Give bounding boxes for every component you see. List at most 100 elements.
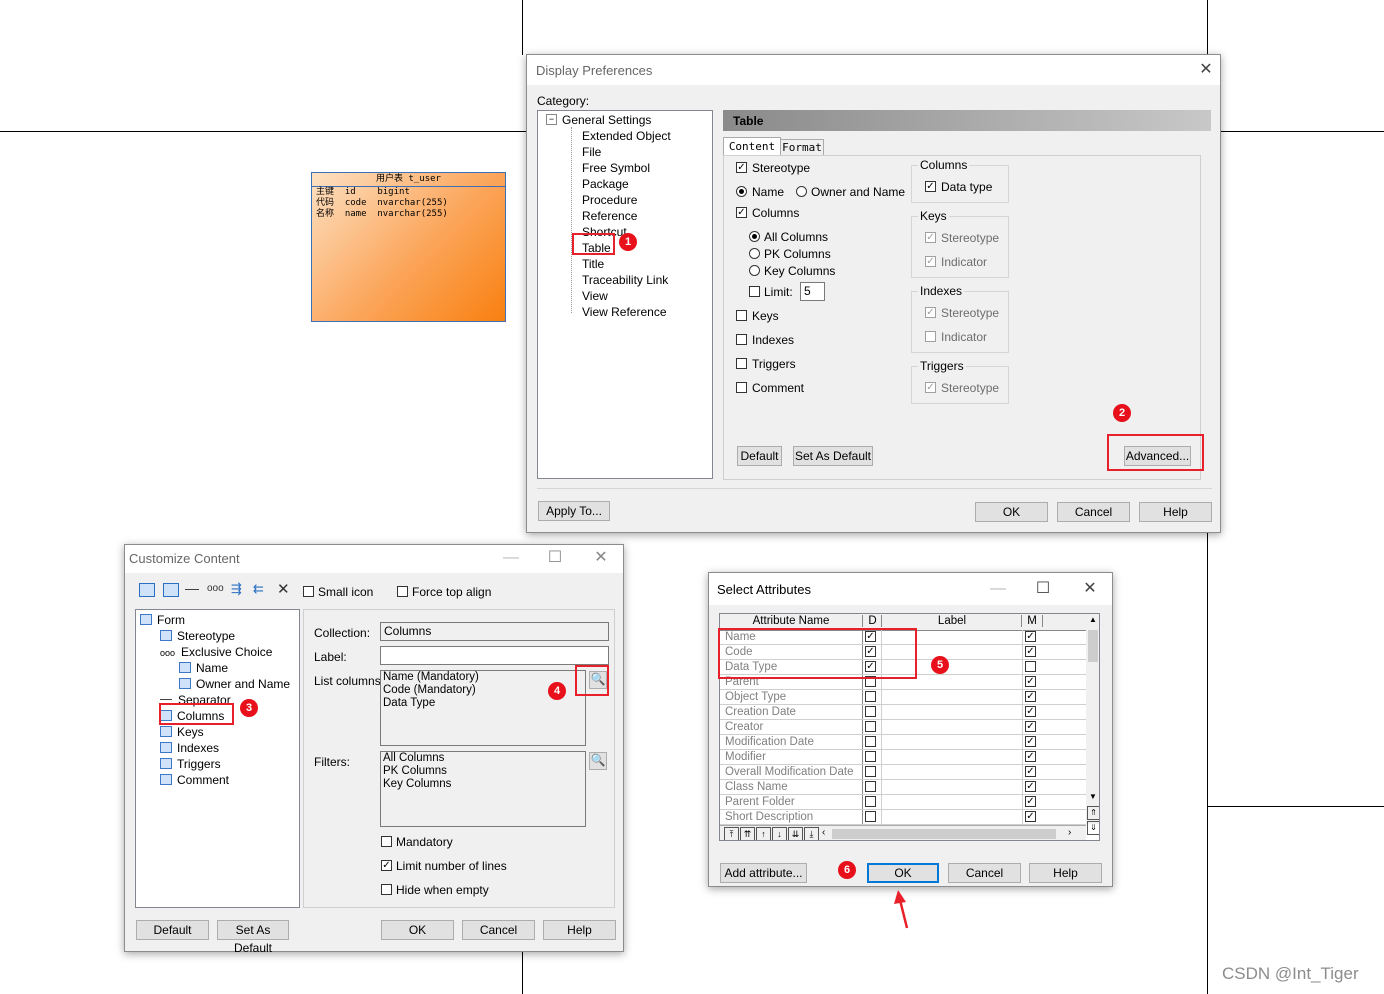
delete-icon[interactable]: ✕ <box>277 580 290 598</box>
default-button[interactable]: Default <box>136 920 209 940</box>
tree-collapse-icon[interactable]: − <box>546 114 557 125</box>
tree-item-keys[interactable]: Keys <box>160 725 204 739</box>
cancel-button[interactable]: Cancel <box>948 863 1021 883</box>
tab-content[interactable]: Content <box>723 137 781 156</box>
table-row[interactable]: Creator ✓ <box>720 720 1086 735</box>
triggers-stereotype-checkbox[interactable]: ✓ <box>925 382 936 393</box>
tree-item-extended-object[interactable]: Extended Object <box>582 129 671 143</box>
tree-item-indexes[interactable]: Indexes <box>160 741 219 755</box>
tree-item-free-symbol[interactable]: Free Symbol <box>582 161 650 175</box>
label-cell[interactable] <box>881 810 1023 824</box>
label-cell[interactable] <box>881 750 1023 764</box>
indexes-checkbox[interactable] <box>736 334 747 345</box>
apply-to-button[interactable]: Apply To... <box>538 501 610 521</box>
display-checkbox[interactable] <box>865 751 876 762</box>
table-row[interactable]: Short Description ✓ <box>720 810 1086 825</box>
display-checkbox[interactable] <box>865 796 876 807</box>
close-icon[interactable]: ✕ <box>1080 579 1100 599</box>
label-cell[interactable] <box>881 765 1023 779</box>
set-as-default-button[interactable]: Set As Default <box>793 446 873 466</box>
move-left-icon[interactable]: ⇇ <box>253 581 264 597</box>
add-attribute-button[interactable]: Add attribute... <box>720 863 807 883</box>
display-checkbox[interactable] <box>865 721 876 732</box>
mandatory-checkbox[interactable]: ✓ <box>1025 631 1036 642</box>
mandatory-checkbox[interactable]: ✓ <box>1025 721 1036 732</box>
exclusive-choice-icon[interactable]: ooo <box>207 583 224 594</box>
tree-item-owner-name[interactable]: Owner and Name <box>179 677 290 691</box>
move-page-down-icon[interactable]: ⇊ <box>788 827 803 840</box>
move-up-icon[interactable]: ↑ <box>756 827 771 840</box>
tree-item-general-settings[interactable]: General Settings <box>562 113 651 127</box>
mandatory-checkbox[interactable]: ✓ <box>1025 736 1036 747</box>
tree-item-name[interactable]: Name <box>179 661 228 675</box>
content-tree[interactable]: Form Stereotype ooo Exclusive Choice Name… <box>135 609 300 908</box>
keys-indicator-checkbox[interactable]: ✓ <box>925 256 936 267</box>
table-row[interactable]: Modifier ✓ <box>720 750 1086 765</box>
mandatory-checkbox[interactable]: ✓ <box>1025 811 1036 822</box>
display-checkbox[interactable] <box>865 706 876 717</box>
pk-columns-radio[interactable] <box>749 248 760 259</box>
display-checkbox[interactable] <box>865 736 876 747</box>
mandatory-checkbox[interactable]: ✓ <box>1025 751 1036 762</box>
label-input[interactable] <box>380 646 609 665</box>
hide-empty-checkbox[interactable] <box>381 884 392 895</box>
label-cell[interactable] <box>881 735 1023 749</box>
label-cell[interactable] <box>881 795 1023 809</box>
display-checkbox[interactable] <box>865 781 876 792</box>
tree-item-traceability-link[interactable]: Traceability Link <box>582 273 668 287</box>
help-button[interactable]: Help <box>1029 863 1102 883</box>
table-row[interactable]: Parent Folder ✓ <box>720 795 1086 810</box>
scroll-up-icon[interactable]: ▲ <box>1089 615 1097 624</box>
label-cell[interactable] <box>881 705 1023 719</box>
indexes-indicator-checkbox[interactable] <box>925 331 936 342</box>
mandatory-checkbox[interactable] <box>381 836 392 847</box>
display-checkbox[interactable] <box>865 691 876 702</box>
limit-checkbox[interactable] <box>749 286 760 297</box>
mandatory-checkbox[interactable]: ✓ <box>1025 646 1036 657</box>
close-icon[interactable]: ✕ <box>591 548 611 568</box>
add-item-icon[interactable] <box>139 583 155 597</box>
category-tree[interactable]: − General Settings Extended Object File … <box>537 110 713 479</box>
col-header-name[interactable]: Attribute Name <box>720 615 862 627</box>
ok-button[interactable]: OK <box>381 920 454 940</box>
table-symbol[interactable]: 用户表 t_user 主键 id bigint 代码 code nvarchar… <box>311 172 506 322</box>
ok-button[interactable]: OK <box>975 502 1048 522</box>
help-button[interactable]: Help <box>543 920 616 940</box>
mandatory-checkbox[interactable]: ✓ <box>1025 796 1036 807</box>
tree-item-stereotype[interactable]: Stereotype <box>160 629 235 643</box>
cancel-button[interactable]: Cancel <box>462 920 535 940</box>
scroll-down-icon[interactable]: ▼ <box>1089 792 1097 801</box>
comment-checkbox[interactable] <box>736 382 747 393</box>
table-row[interactable]: Class Name ✓ <box>720 780 1086 795</box>
col-header-m[interactable]: M <box>1021 615 1043 627</box>
horizontal-scroll-thumb[interactable] <box>832 829 1056 839</box>
maximize-icon[interactable]: ☐ <box>545 548 565 568</box>
mandatory-checkbox[interactable]: ✓ <box>1025 706 1036 717</box>
help-button[interactable]: Help <box>1139 502 1212 522</box>
move-page-up-icon[interactable]: ⇈ <box>740 827 755 840</box>
filters-box[interactable]: All Columns PK Columns Key Columns <box>380 751 586 827</box>
move-bottom-icon[interactable]: ⤓ <box>804 827 819 840</box>
triggers-checkbox[interactable] <box>736 358 747 369</box>
indexes-stereotype-checkbox[interactable]: ✓ <box>925 307 936 318</box>
mandatory-checkbox[interactable]: ✓ <box>1025 691 1036 702</box>
collection-field[interactable]: Columns <box>380 622 609 641</box>
tree-item-package[interactable]: Package <box>582 177 629 191</box>
table-row[interactable]: Overall Modification Date ✓ <box>720 765 1086 780</box>
tree-item-comment[interactable]: Comment <box>160 773 229 787</box>
scroll-thumb[interactable] <box>1088 630 1098 662</box>
limit-lines-checkbox[interactable]: ✓ <box>381 860 392 871</box>
keys-checkbox[interactable] <box>736 310 747 321</box>
col-header-label[interactable]: Label <box>881 615 1022 627</box>
tree-item-title[interactable]: Title <box>582 257 604 271</box>
vertical-scrollbar[interactable]: ▲ ▼ <box>1086 614 1099 824</box>
select-filters-button[interactable]: 🔍 <box>589 752 607 770</box>
stereotype-checkbox[interactable]: ✓ <box>736 162 747 173</box>
tree-item-triggers[interactable]: Triggers <box>160 757 221 771</box>
close-icon[interactable]: ✕ <box>1196 60 1216 80</box>
all-columns-radio[interactable] <box>749 231 760 242</box>
table-row[interactable]: Creation Date ✓ <box>720 705 1086 720</box>
mandatory-checkbox[interactable]: ✓ <box>1025 676 1036 687</box>
mandatory-checkbox[interactable] <box>1025 661 1036 672</box>
col-header-d[interactable]: D <box>862 615 882 627</box>
